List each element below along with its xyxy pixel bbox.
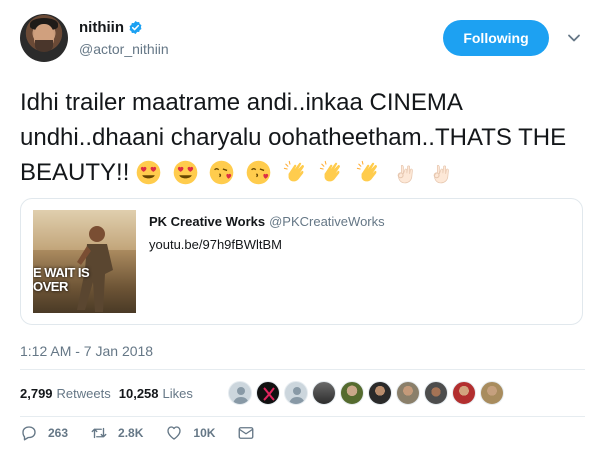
divider-bottom — [20, 416, 585, 417]
kissing-heart-emoji-icon — [246, 160, 271, 185]
default-user-icon — [289, 387, 305, 404]
liker-avatar[interactable] — [396, 381, 420, 405]
heart-eyes-emoji-icon — [173, 160, 198, 185]
liker-avatar[interactable] — [424, 381, 448, 405]
profile-avatar[interactable] — [20, 14, 68, 62]
like-count: 10K — [193, 426, 216, 440]
likes-count: 10,258 — [118, 386, 159, 401]
kissing-heart-emoji-icon — [210, 160, 234, 185]
card-handle[interactable]: @PKCreativeWorks — [269, 214, 385, 229]
clapping-hands-emoji-icon — [283, 160, 304, 182]
default-user-icon — [233, 387, 249, 404]
divider-top — [20, 369, 585, 370]
ok-hand-emoji-icon — [434, 165, 450, 184]
liker-avatar[interactable] — [228, 381, 252, 405]
tweet-actions: 263 2.8K 10K — [20, 424, 277, 442]
message-action[interactable] — [237, 424, 255, 442]
tweet-timestamp[interactable]: 1:12 AM - 7 Jan 2018 — [20, 343, 153, 359]
liker-avatar[interactable] — [340, 381, 364, 405]
card-title[interactable]: PK Creative Works @PKCreativeWorks — [149, 214, 385, 229]
liker-avatar[interactable] — [368, 381, 392, 405]
clapping-hands-emoji-icon — [356, 160, 378, 182]
retweet-icon — [91, 427, 107, 439]
verified-badge-icon — [129, 20, 142, 35]
card-link[interactable]: youtu.be/97h9fBWltBM — [149, 237, 282, 252]
emoji-row — [136, 159, 459, 186]
avatar-beard — [35, 40, 53, 52]
like-action[interactable]: 10K — [165, 424, 215, 442]
liker-avatar[interactable] — [312, 381, 336, 405]
liker-avatar[interactable] — [452, 381, 476, 405]
retweet-action[interactable]: 2.8K — [90, 424, 143, 442]
user-handle[interactable]: @actor_nithiin — [79, 41, 169, 57]
retweets-label: Retweets — [56, 386, 111, 401]
display-name-text[interactable]: nithiin — [79, 19, 124, 36]
likes-label: Likes — [162, 386, 193, 401]
card-name[interactable]: PK Creative Works — [149, 214, 265, 229]
chevron-down-icon[interactable] — [566, 30, 582, 46]
thumb-text-line2: OVER — [33, 279, 68, 294]
retweets-stat[interactable]: 2,799 Retweets — [20, 386, 111, 401]
heart-eyes-emoji-icon — [136, 160, 161, 185]
likes-stat[interactable]: 10,258 Likes — [119, 386, 193, 401]
thumb-overlay-text: E WAIT IS OVER — [33, 265, 90, 294]
ok-hand-emoji-icon — [397, 165, 413, 184]
reply-action[interactable]: 263 — [20, 424, 68, 442]
heart-icon — [167, 426, 182, 440]
link-preview-card[interactable]: E WAIT IS OVER PK Creative Works @PKCreat… — [20, 198, 583, 325]
clapping-hands-emoji-icon — [320, 160, 341, 182]
engagement-stats: 2,799 Retweets 10,258 Likes — [20, 386, 193, 401]
envelope-icon — [238, 427, 254, 439]
reply-count: 263 — [48, 426, 69, 440]
logo-avatar-icon — [263, 387, 275, 401]
card-thumbnail[interactable]: E WAIT IS OVER — [33, 210, 136, 313]
retweets-count: 2,799 — [20, 386, 53, 401]
tweet-text: Idhi trailer maatrame andi..inkaa CINEMA… — [20, 85, 585, 190]
liker-avatar[interactable] — [284, 381, 308, 405]
display-name[interactable]: nithiin — [79, 19, 143, 36]
reply-icon — [22, 426, 36, 441]
thumb-text-line1: E WAIT IS — [33, 265, 90, 280]
liker-avatar[interactable] — [480, 381, 504, 405]
liker-avatar[interactable] — [256, 381, 280, 405]
liker-avatars — [228, 381, 504, 405]
following-button[interactable]: Following — [443, 20, 549, 56]
retweet-count: 2.8K — [118, 426, 144, 440]
